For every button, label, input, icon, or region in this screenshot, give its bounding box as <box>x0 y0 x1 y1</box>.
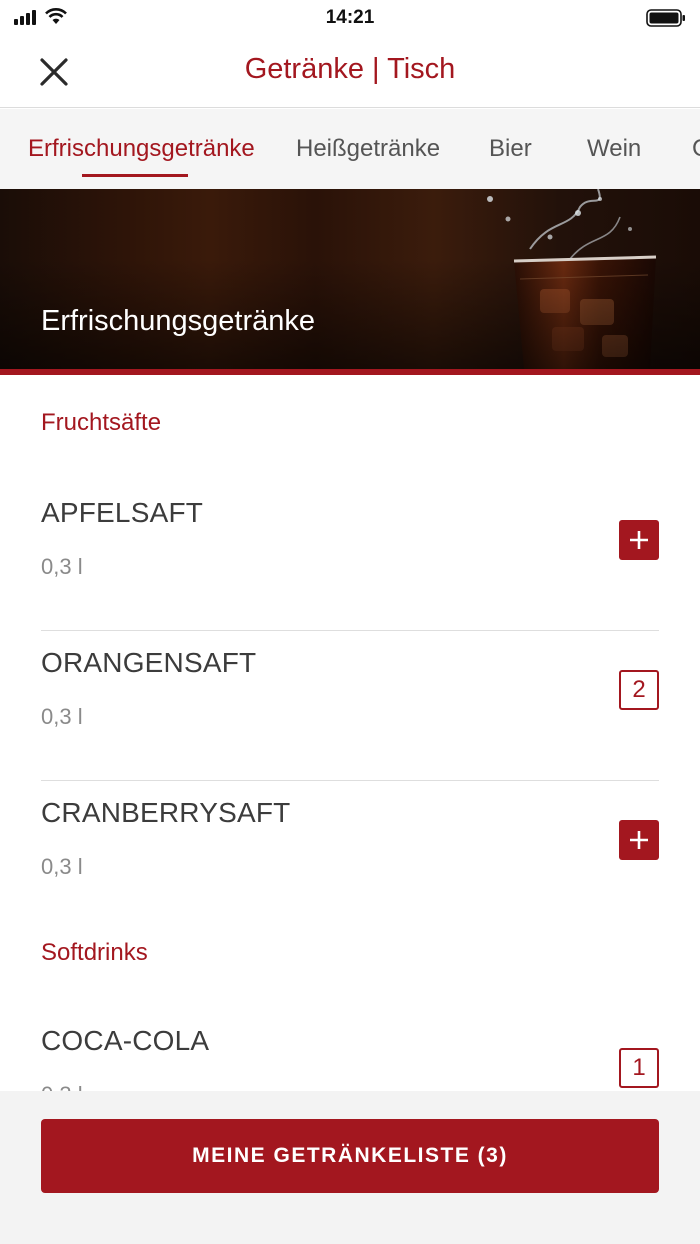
plus-icon <box>630 531 648 549</box>
item-size: 0,3 l <box>41 1082 83 1091</box>
item-size: 0,3 l <box>41 854 83 879</box>
drink-list: Fruchtsäfte APFELSAFT 0,3 l ORANGENSAFT … <box>0 375 700 1091</box>
add-button[interactable] <box>619 520 659 560</box>
section-title-softdrinks: Softdrinks <box>41 939 148 966</box>
item-name: APFELSAFT <box>41 497 204 528</box>
tab-bier[interactable]: Bier <box>489 135 532 163</box>
item-size: 0,3 l <box>41 554 83 579</box>
tab-erfrischungsgetraenke[interactable]: Erfrischungsgetränke <box>28 135 255 163</box>
cola-glass-image <box>487 189 657 369</box>
item-name: CRANBERRYSAFT <box>41 797 291 828</box>
footer-bar: MEINE GETRÄNKELISTE (3) <box>0 1091 700 1244</box>
my-drinks-list-button[interactable]: MEINE GETRÄNKELISTE (3) <box>41 1119 659 1193</box>
section-title-fruchtsaefte: Fruchtsäfte <box>41 409 162 436</box>
header-bar: Getränke | Tisch <box>0 36 700 108</box>
page-title: Getränke | Tisch <box>244 53 456 85</box>
tab-wein[interactable]: Wein <box>587 135 641 163</box>
list-item: COCA-COLA 0,3 l 1 <box>41 1009 659 1091</box>
add-button[interactable] <box>619 820 659 860</box>
category-tabs: Erfrischungsgetränke Heißgetränke Bier W… <box>0 109 700 189</box>
status-time: 14:21 <box>325 7 375 28</box>
tab-heissgetraenke[interactable]: Heißgetränke <box>296 135 440 163</box>
category-banner: Erfrischungsgetränke <box>0 189 700 369</box>
plus-icon <box>630 831 648 849</box>
list-item: CRANBERRYSAFT 0,3 l <box>41 781 659 931</box>
list-item: ORANGENSAFT 0,3 l 2 <box>41 631 659 781</box>
status-bar: 14:21 <box>0 0 700 36</box>
quantity-badge[interactable]: 1 <box>619 1048 659 1088</box>
active-tab-indicator <box>82 174 188 177</box>
item-size: 0,3 l <box>41 704 83 729</box>
list-item: APFELSAFT 0,3 l <box>41 481 659 631</box>
item-name: ORANGENSAFT <box>41 647 257 678</box>
item-name: COCA-COLA <box>41 1025 210 1056</box>
quantity-badge[interactable]: 2 <box>619 670 659 710</box>
banner-title: Erfrischungsgetränke <box>41 305 316 337</box>
battery-icon <box>646 9 685 27</box>
tab-partial[interactable]: C <box>692 135 700 163</box>
